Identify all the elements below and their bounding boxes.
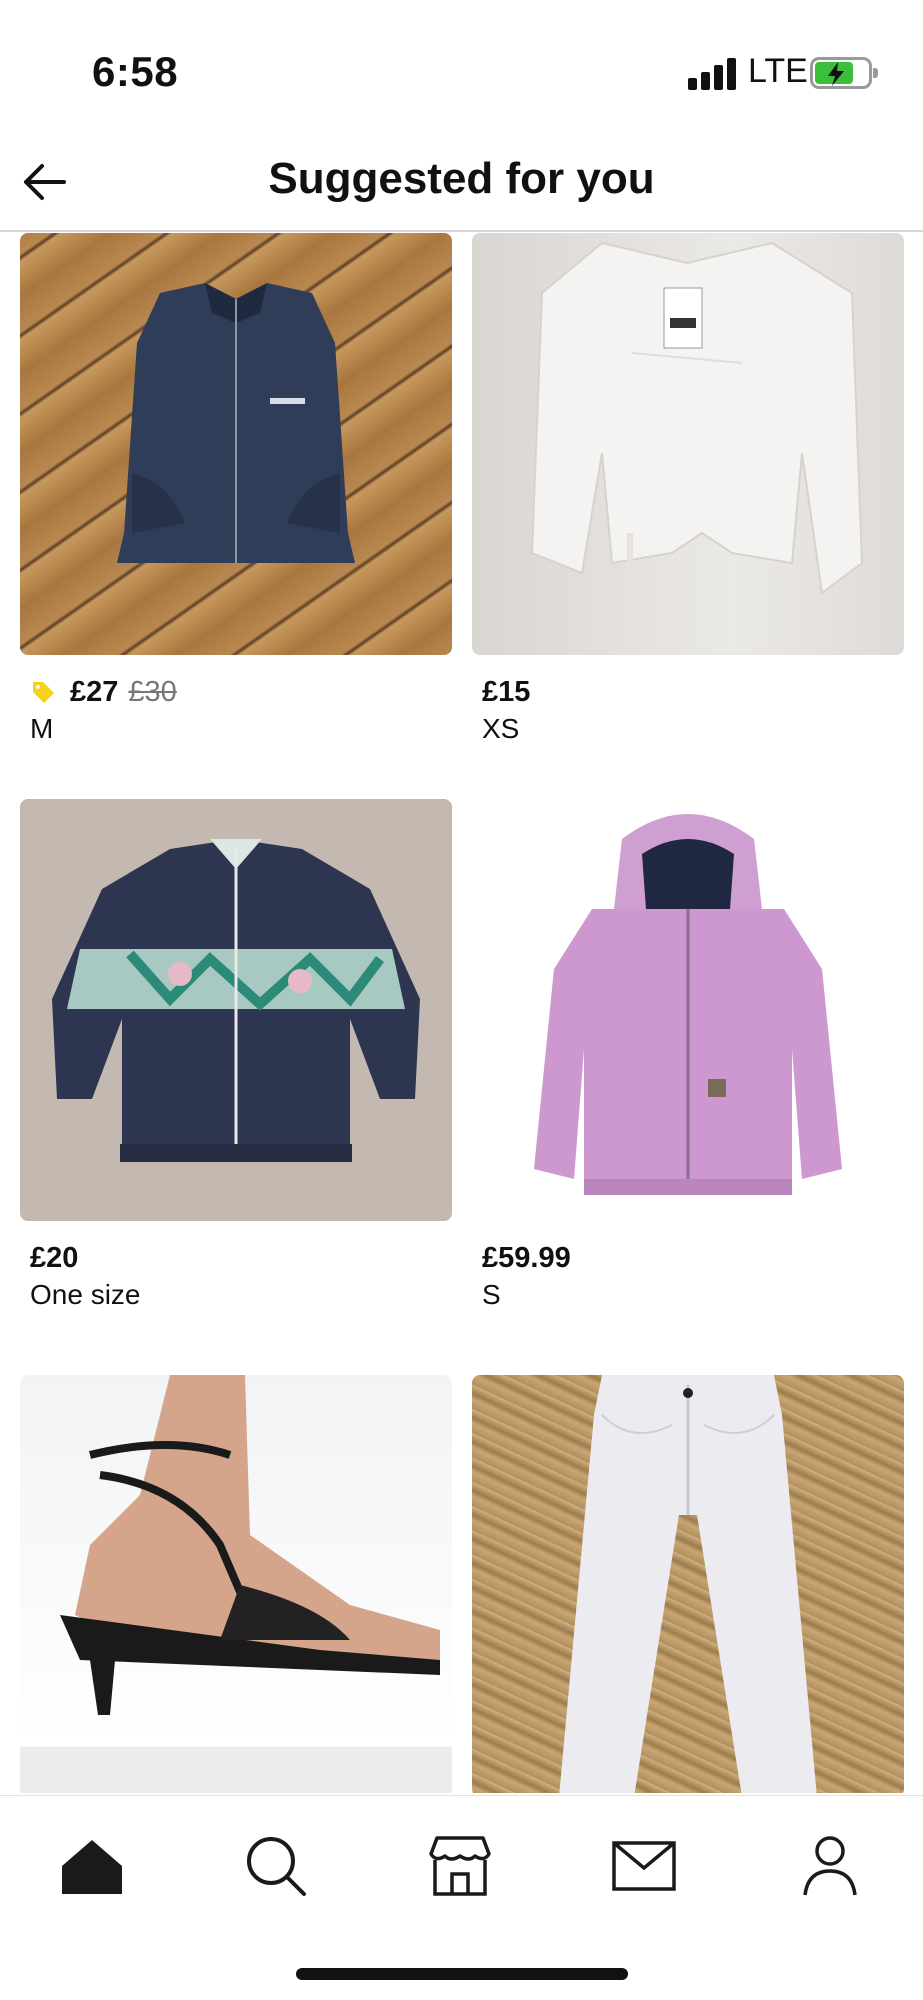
product-card[interactable]: £20 One size xyxy=(20,799,452,1311)
status-bar: 6:58 LTE xyxy=(0,0,923,140)
product-photo[interactable] xyxy=(20,799,452,1221)
nav-shop[interactable] xyxy=(420,1826,500,1906)
price-row: £27 £30 xyxy=(20,675,452,709)
product-grid: £27 £30 M £15 XS £20 One size £59.99 S xyxy=(0,233,923,1793)
price-row: £59.99 xyxy=(472,1241,904,1275)
product-card[interactable]: £27 £30 M xyxy=(20,233,452,745)
item-size: XS xyxy=(482,713,520,744)
nav-inbox[interactable] xyxy=(604,1826,684,1906)
item-size: One size xyxy=(30,1279,141,1310)
product-card[interactable]: £59.99 S xyxy=(472,799,904,1311)
price-row: £15 xyxy=(472,675,904,709)
status-time: 6:58 xyxy=(92,48,179,95)
header: Suggested for you xyxy=(0,140,923,232)
shop-icon xyxy=(429,1836,491,1896)
item-price: £59.99 xyxy=(482,1241,571,1274)
profile-icon xyxy=(803,1836,857,1896)
product-card[interactable] xyxy=(472,1375,904,1793)
product-photo[interactable] xyxy=(472,799,904,1221)
sale-tag-icon xyxy=(33,682,54,703)
home-indicator xyxy=(296,1968,628,1980)
item-size: M xyxy=(30,713,54,744)
search-icon xyxy=(247,1837,306,1896)
item-price: £20 xyxy=(30,1241,79,1274)
product-photo[interactable] xyxy=(472,233,904,655)
product-photo[interactable] xyxy=(20,233,452,655)
page-title: Suggested for you xyxy=(268,154,655,203)
signal-icon xyxy=(688,56,738,90)
bottom-nav xyxy=(0,1795,923,2000)
network-label: LTE xyxy=(748,52,808,90)
product-card[interactable] xyxy=(20,1375,452,1793)
item-price: £27 xyxy=(70,675,119,708)
battery-icon xyxy=(810,57,878,89)
product-photo[interactable] xyxy=(472,1375,904,1793)
nav-home[interactable] xyxy=(52,1826,132,1906)
item-size: S xyxy=(482,1279,501,1310)
item-old-price: £30 xyxy=(128,675,177,708)
nav-profile[interactable] xyxy=(790,1826,870,1906)
product-card[interactable]: £15 XS xyxy=(472,233,904,745)
home-icon xyxy=(62,1840,122,1894)
price-row: £20 xyxy=(20,1241,452,1275)
item-price: £15 xyxy=(482,675,531,708)
product-photo[interactable] xyxy=(20,1375,452,1793)
mail-icon xyxy=(612,1841,676,1891)
nav-search[interactable] xyxy=(236,1826,316,1906)
